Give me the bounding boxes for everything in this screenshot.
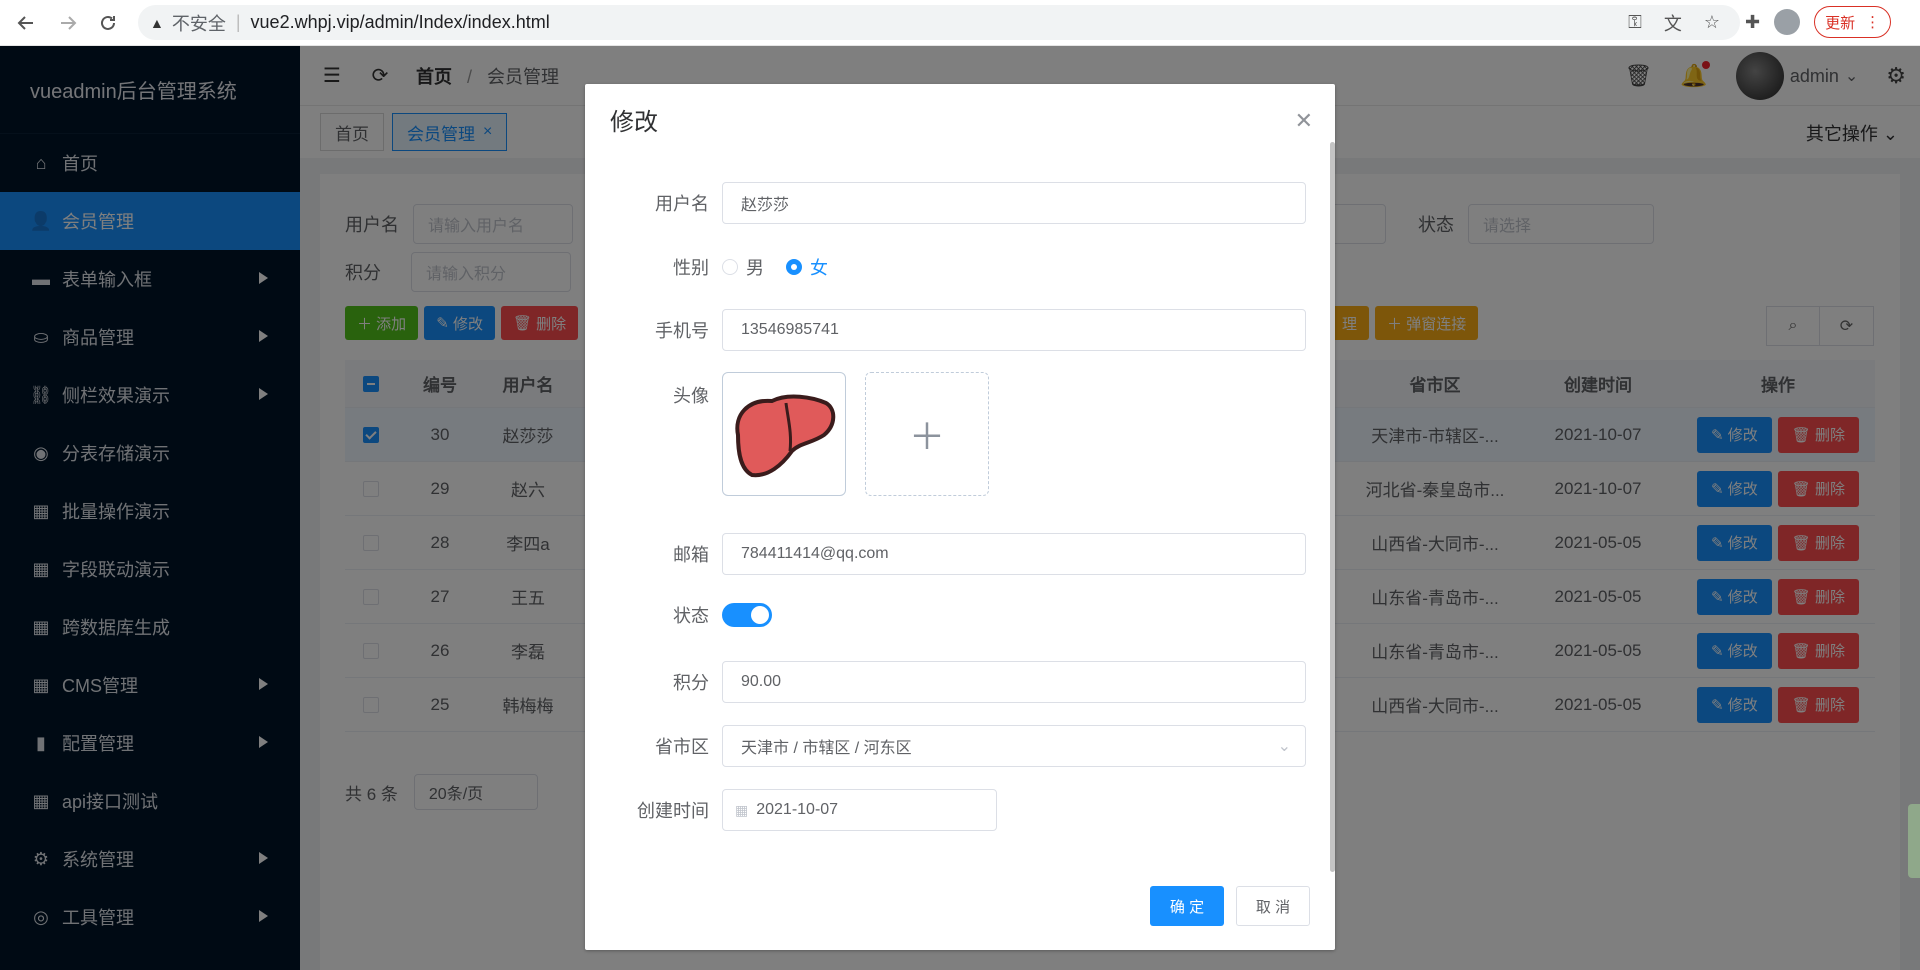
region-value: 天津市 / 市辖区 / 河东区 <box>741 740 912 757</box>
calendar-icon: ▦ <box>735 801 749 818</box>
side-widget[interactable] <box>1908 804 1920 878</box>
region-label: 省市区 <box>655 737 709 757</box>
username-label: 用户名 <box>655 194 709 214</box>
field-phone: 手机号 13546985741 <box>585 309 1335 351</box>
insecure-label: 不安全 <box>171 13 226 34</box>
reload-icon[interactable] <box>88 3 128 43</box>
profile-avatar[interactable] <box>1774 9 1801 35</box>
field-created: 创建时间 ▦ 2021-10-07 <box>585 789 1335 831</box>
dialog-footer: 确 定 取 消 <box>1150 886 1310 926</box>
score-input[interactable]: 90.00 <box>722 661 1306 703</box>
url-text: vue2.whpj.vip/admin/Index/index.html <box>250 12 550 32</box>
email-input[interactable]: 784411414@qq.com <box>722 533 1306 575</box>
created-value: 2021-10-07 <box>756 801 839 818</box>
confirm-button[interactable]: 确 定 <box>1150 886 1224 926</box>
radio-dot <box>786 259 802 275</box>
chevron-down-icon: ⌄ <box>1277 738 1291 755</box>
gender-radio-female[interactable]: 女 <box>786 254 828 280</box>
warning-icon: ▲ <box>150 14 164 31</box>
avatar-upload-button[interactable]: ＋ <box>865 372 989 496</box>
username-input[interactable]: 赵莎莎 <box>722 182 1306 224</box>
liver-image <box>735 394 836 478</box>
gender-label: 性别 <box>673 258 709 278</box>
region-cascader[interactable]: 天津市 / 市辖区 / 河东区 ⌄ <box>722 725 1306 767</box>
update-label: 更新 <box>1825 14 1856 32</box>
star-icon[interactable]: ☆ <box>1704 12 1720 33</box>
score-label: 积分 <box>673 673 709 693</box>
status-toggle[interactable] <box>722 603 772 627</box>
avatar-preview[interactable] <box>722 372 846 496</box>
gender-radio-male[interactable]: 男 <box>722 254 764 280</box>
field-score: 积分 90.00 <box>585 661 1335 703</box>
field-status: 状态 <box>585 594 1335 636</box>
address-bar[interactable]: ▲ 不安全 | vue2.whpj.vip/admin/Index/index.… <box>138 5 1740 40</box>
dialog-title: 修改 <box>610 109 658 136</box>
more-icon: ⋮ <box>1865 14 1881 31</box>
forward-icon[interactable] <box>48 3 88 43</box>
radio-dot <box>722 259 738 275</box>
avatar-label: 头像 <box>673 386 709 406</box>
phone-label: 手机号 <box>655 321 709 341</box>
extensions-icon[interactable]: ✚ <box>1745 12 1760 33</box>
field-gender: 性别 男 女 <box>585 246 1335 288</box>
status-label: 状态 <box>673 606 709 626</box>
radio-label: 女 <box>810 258 828 278</box>
created-label: 创建时间 <box>637 801 709 821</box>
phone-input[interactable]: 13546985741 <box>722 309 1306 351</box>
gender-radio-group: 男 女 <box>722 254 850 280</box>
browser-toolbar: ▲ 不安全 | vue2.whpj.vip/admin/Index/index.… <box>0 0 1920 46</box>
close-icon[interactable]: ✕ <box>1295 108 1313 134</box>
created-date-picker[interactable]: ▦ 2021-10-07 <box>722 789 997 831</box>
update-button[interactable]: 更新 ⋮ <box>1814 6 1892 38</box>
translate-icon[interactable]: 文 <box>1664 10 1682 36</box>
email-label: 邮箱 <box>673 545 709 565</box>
radio-label: 男 <box>746 258 764 278</box>
edit-dialog: 修改 ✕ 用户名 赵莎莎 性别 男 女 手机号 13546985741 头像 ＋… <box>585 84 1335 950</box>
chrome-right-controls: ✚ 更新 ⋮ <box>1745 6 1892 38</box>
field-username: 用户名 赵莎莎 <box>585 182 1335 224</box>
field-email: 邮箱 784411414@qq.com <box>585 533 1335 575</box>
back-icon[interactable] <box>6 3 46 43</box>
address-separator: | <box>235 12 241 32</box>
field-region: 省市区 天津市 / 市辖区 / 河东区 ⌄ <box>585 725 1335 767</box>
address-icons: ⚿ 文 ☆ <box>1628 5 1720 40</box>
cancel-button[interactable]: 取 消 <box>1236 886 1310 926</box>
key-icon[interactable]: ⚿ <box>1628 12 1642 33</box>
